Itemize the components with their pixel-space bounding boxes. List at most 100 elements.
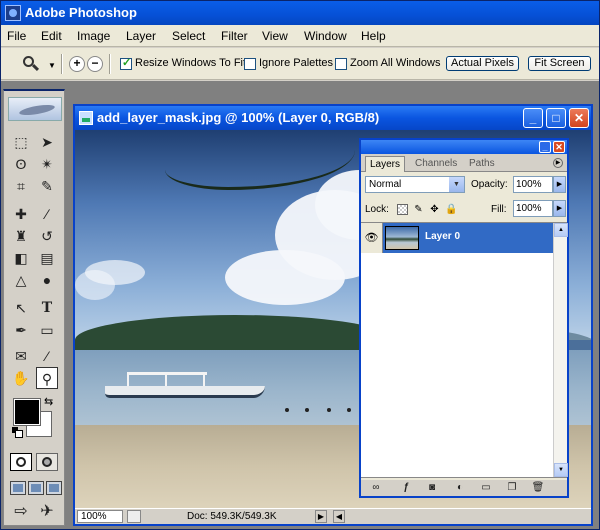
palette-menu-icon[interactable]: ▶ bbox=[553, 158, 563, 168]
menu-window[interactable]: Window bbox=[304, 29, 347, 43]
document-title: add_layer_mask.jpg @ 100% (Layer 0, RGB/… bbox=[97, 110, 380, 125]
photoshop-app-window: Adobe Photoshop File Edit Image Layer Se… bbox=[0, 0, 600, 530]
slice-tool-icon[interactable]: ✎ bbox=[36, 175, 58, 197]
opacity-label: Opacity: bbox=[471, 179, 508, 190]
blend-mode-select[interactable]: Normal ▼ bbox=[365, 176, 465, 193]
fill-field[interactable]: 100% bbox=[513, 200, 553, 217]
marquee-tool-icon[interactable]: ⬚ bbox=[10, 131, 32, 153]
move-tool-icon[interactable]: ➤ bbox=[36, 131, 58, 153]
jump-to-imageready-icon[interactable]: ⇨ bbox=[10, 501, 32, 523]
magic-wand-tool-icon[interactable]: ✴ bbox=[36, 153, 58, 175]
cloud bbox=[225, 250, 345, 305]
zoom-in-button[interactable]: + bbox=[69, 56, 85, 72]
full-screen-menu-mode-button[interactable] bbox=[28, 481, 44, 495]
opacity-slider-arrow[interactable]: ▶ bbox=[553, 176, 566, 193]
layer-style-icon[interactable]: ƒ bbox=[399, 482, 413, 494]
dodge-tool-icon[interactable]: ● bbox=[36, 269, 58, 291]
maximize-button[interactable]: □ bbox=[546, 108, 566, 128]
add-layer-mask-icon[interactable]: ◙ bbox=[425, 482, 439, 494]
minimize-button[interactable]: _ bbox=[523, 108, 543, 128]
shape-tool-icon[interactable]: ▭ bbox=[36, 319, 58, 341]
crop-tool-icon[interactable]: ⌗ bbox=[10, 175, 32, 197]
layer-thumbnail[interactable] bbox=[385, 226, 419, 250]
resize-windows-checkbox[interactable] bbox=[120, 56, 132, 70]
palette-minimize-button[interactable]: _ bbox=[539, 141, 551, 153]
menu-image[interactable]: Image bbox=[77, 29, 110, 43]
document-title-bar[interactable]: add_layer_mask.jpg @ 100% (Layer 0, RGB/… bbox=[75, 106, 591, 130]
menu-filter[interactable]: Filter bbox=[221, 29, 248, 43]
zoom-tool-preset-icon[interactable] bbox=[23, 56, 40, 72]
menu-layer[interactable]: Layer bbox=[126, 29, 156, 43]
lock-pixels-icon[interactable]: ✎ bbox=[413, 204, 424, 215]
trash-icon[interactable]: 🗑 bbox=[531, 482, 545, 494]
adjustment-layer-icon[interactable]: ◐ bbox=[453, 482, 467, 494]
full-screen-mode-button[interactable] bbox=[46, 481, 62, 495]
path-selection-tool-icon[interactable]: ↖ bbox=[10, 297, 32, 319]
layer-list-scrollbar[interactable]: ▲ ▼ bbox=[553, 223, 568, 477]
zoom-all-windows-checkbox[interactable] bbox=[335, 58, 347, 70]
status-menu-arrow-icon[interactable]: ▶ bbox=[315, 510, 327, 523]
foreground-color-swatch[interactable] bbox=[13, 398, 41, 426]
palette-title-bar[interactable]: _ ✕ bbox=[361, 140, 567, 154]
menu-view[interactable]: View bbox=[262, 29, 288, 43]
standard-mode-button[interactable] bbox=[10, 453, 32, 471]
options-bar: ▼ + − Resize Windows To Fit Ignore Palet… bbox=[1, 48, 599, 80]
scroll-left-arrow-icon[interactable]: ◀ bbox=[333, 510, 345, 523]
tab-layers[interactable]: Layers bbox=[365, 156, 406, 172]
chevron-down-icon[interactable]: ▼ bbox=[449, 177, 464, 192]
swap-colors-icon[interactable]: ⇆ bbox=[44, 395, 53, 408]
layer-list: 👁 Layer 0 ▲ ▼ bbox=[361, 222, 568, 478]
lasso-tool-icon[interactable]: ʘ bbox=[10, 153, 32, 175]
pen-tool-icon[interactable]: ✒ bbox=[10, 319, 32, 341]
adobe-feather-icon[interactable] bbox=[8, 97, 62, 121]
notes-tool-icon[interactable]: ✉ bbox=[10, 345, 32, 367]
layer-row[interactable]: 👁 Layer 0 bbox=[361, 223, 553, 253]
tab-channels[interactable]: Channels bbox=[411, 156, 461, 172]
palette-footer: ∞ ƒ ◙ ◐ ▭ ❐ 🗑 bbox=[361, 480, 567, 496]
link-layers-icon[interactable]: ∞ bbox=[369, 482, 383, 494]
menu-file[interactable]: File bbox=[7, 29, 26, 43]
clone-stamp-tool-icon[interactable]: ♜ bbox=[10, 225, 32, 247]
history-brush-tool-icon[interactable]: ↺ bbox=[36, 225, 58, 247]
quick-mask-mode-button[interactable] bbox=[36, 453, 58, 471]
close-button[interactable]: ✕ bbox=[569, 108, 589, 128]
zoom-tool-icon[interactable]: ⚲ bbox=[36, 367, 58, 389]
fill-slider-arrow[interactable]: ▶ bbox=[553, 200, 566, 217]
lock-position-icon[interactable]: ✥ bbox=[429, 204, 440, 215]
tab-paths[interactable]: Paths bbox=[465, 156, 499, 172]
zoom-level-field[interactable]: 100% bbox=[77, 510, 123, 523]
ignore-palettes-checkbox[interactable] bbox=[244, 58, 256, 70]
brush-tool-icon[interactable]: ∕ bbox=[36, 203, 58, 225]
blend-mode-value: Normal bbox=[369, 179, 402, 190]
zoom-out-button[interactable]: − bbox=[87, 56, 103, 72]
actual-pixels-button[interactable]: Actual Pixels bbox=[446, 56, 519, 71]
eyedropper-tool-icon[interactable]: ⁄ bbox=[36, 345, 58, 367]
default-colors-icon[interactable] bbox=[12, 427, 23, 438]
eye-visibility-icon[interactable]: 👁 bbox=[361, 223, 383, 253]
imageready-icon[interactable]: ✈ bbox=[36, 501, 58, 523]
new-group-icon[interactable]: ▭ bbox=[479, 482, 493, 494]
app-title-bar[interactable]: Adobe Photoshop bbox=[1, 1, 599, 25]
healing-brush-tool-icon[interactable]: ✚ bbox=[10, 203, 32, 225]
layer-name[interactable]: Layer 0 bbox=[425, 231, 460, 242]
status-info-icon[interactable] bbox=[127, 510, 141, 523]
opacity-field[interactable]: 100% bbox=[513, 176, 553, 193]
tool-preset-dropdown[interactable]: ▼ bbox=[48, 61, 56, 70]
palette-close-button[interactable]: ✕ bbox=[553, 141, 565, 153]
type-tool-icon[interactable]: T bbox=[36, 297, 58, 319]
hand-tool-icon[interactable]: ✋ bbox=[10, 367, 32, 389]
menu-select[interactable]: Select bbox=[172, 29, 205, 43]
eraser-tool-icon[interactable]: ◧ bbox=[10, 247, 32, 269]
scroll-up-arrow-icon[interactable]: ▲ bbox=[554, 223, 568, 237]
scroll-down-arrow-icon[interactable]: ▼ bbox=[554, 463, 568, 477]
toolbox-palette: ⬚ ➤ ʘ ✴ ⌗ ✎ ✚ ∕ ♜ ↺ ◧ ▤ △ ● ↖ T ✒ ▭ ✉ ⁄ … bbox=[3, 89, 65, 526]
menu-help[interactable]: Help bbox=[361, 29, 386, 43]
new-layer-icon[interactable]: ❐ bbox=[505, 482, 519, 494]
standard-screen-mode-button[interactable] bbox=[10, 481, 26, 495]
gradient-tool-icon[interactable]: ▤ bbox=[36, 247, 58, 269]
fit-screen-button[interactable]: Fit Screen bbox=[528, 56, 591, 71]
blur-tool-icon[interactable]: △ bbox=[10, 269, 32, 291]
menu-edit[interactable]: Edit bbox=[41, 29, 62, 43]
lock-transparency-icon[interactable] bbox=[397, 204, 408, 215]
lock-all-icon[interactable]: 🔒 bbox=[445, 204, 457, 215]
